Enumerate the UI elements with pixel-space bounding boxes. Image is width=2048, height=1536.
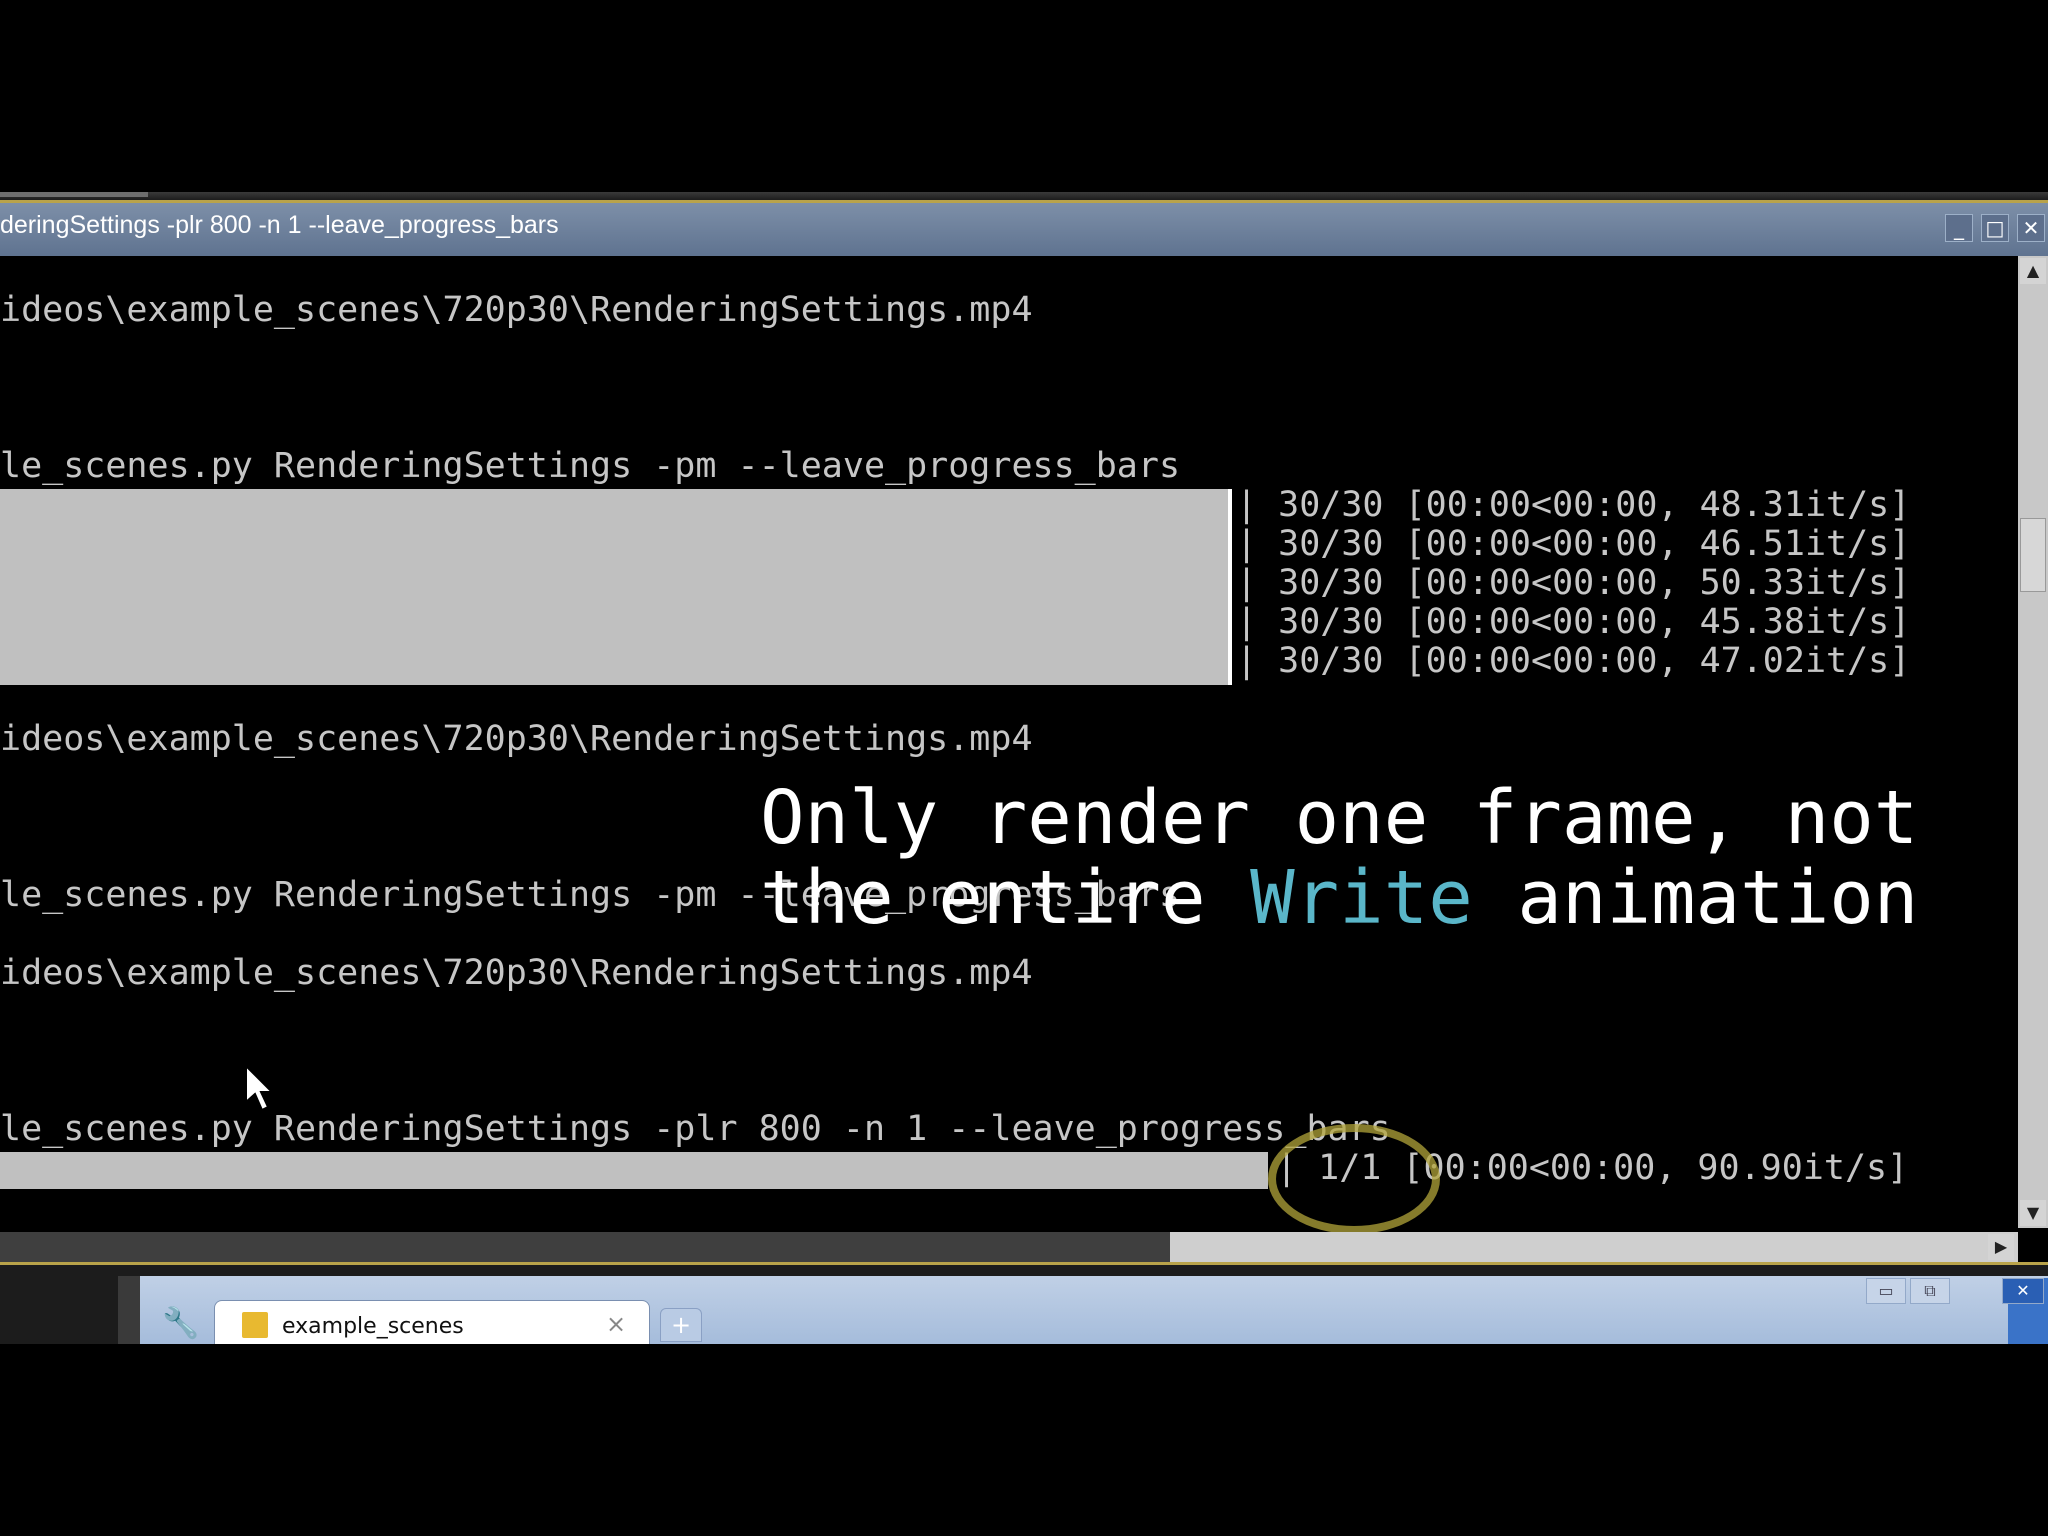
mouse-cursor-icon: [245, 1064, 274, 1112]
progress-line: | 30/30 [00:00<00:00, 48.31it/s]: [1236, 485, 1911, 525]
progress-bar-edge: [1228, 489, 1232, 685]
console-output[interactable]: ideos\example_scenes\720p30\RenderingSet…: [0, 256, 2018, 1232]
taskbar-separator: [118, 1276, 140, 1344]
window-bottom-edge: [0, 1262, 2048, 1276]
caption-highlight-word: Write: [1250, 855, 1473, 941]
horizontal-scroll-track[interactable]: [0, 1232, 1170, 1262]
caption-line-2-post: animation: [1472, 855, 1919, 941]
scroll-right-icon[interactable]: ▶: [1988, 1234, 2014, 1260]
close-button[interactable]: ✕: [2017, 214, 2045, 242]
console-line-output-path: ideos\example_scenes\720p30\RenderingSet…: [0, 719, 1033, 759]
window-top-highlight: [0, 192, 148, 197]
caption-line-1: Only render one frame, not: [760, 775, 1919, 861]
console-line-output-path: ideos\example_scenes\720p30\RenderingSet…: [0, 290, 1033, 330]
progress-line: | 30/30 [00:00<00:00, 45.38it/s]: [1236, 602, 1911, 642]
caption-line-2-pre: the entire: [760, 855, 1251, 941]
explorer-minimize-button[interactable]: ▭: [1866, 1278, 1906, 1304]
explorer-close-button[interactable]: ✕: [2002, 1278, 2044, 1304]
window-top-edge: [0, 192, 2048, 200]
folder-icon: [242, 1312, 268, 1338]
progress-line: | 30/30 [00:00<00:00, 47.02it/s]: [1236, 641, 1911, 681]
progress-line: | 30/30 [00:00<00:00, 46.51it/s]: [1236, 524, 1911, 564]
progress-bar-fill: [0, 489, 1228, 685]
caption-overlay: Only render one frame, not the entire Wr…: [760, 778, 1918, 938]
console-line-command: le_scenes.py RenderingSettings -plr 800 …: [0, 1109, 1391, 1149]
window-title: deringSettings -plr 800 -n 1 --leave_pro…: [0, 211, 559, 239]
vertical-scroll-thumb[interactable]: [2020, 518, 2046, 592]
maximize-button[interactable]: □: [1981, 214, 2009, 242]
wrench-icon[interactable]: 🔧: [162, 1306, 199, 1341]
console-line-output-path: ideos\example_scenes\720p30\RenderingSet…: [0, 953, 1033, 993]
vertical-scrollbar[interactable]: [2018, 256, 2048, 1228]
tab-close-icon[interactable]: ×: [606, 1310, 626, 1338]
console-line-command: le_scenes.py RenderingSettings -pm --lea…: [0, 446, 1181, 486]
new-tab-button[interactable]: +: [660, 1308, 702, 1342]
progress-bar-fill: [0, 1152, 1268, 1189]
explorer-restore-button[interactable]: ⧉: [1910, 1278, 1950, 1304]
tab-label: example_scenes: [282, 1314, 464, 1339]
highlight-ring: [1268, 1124, 1440, 1234]
progress-line: | 30/30 [00:00<00:00, 50.33it/s]: [1236, 563, 1911, 603]
scroll-down-icon[interactable]: ▼: [2020, 1200, 2046, 1226]
scroll-up-icon[interactable]: ▲: [2020, 258, 2046, 284]
minimize-button[interactable]: _: [1945, 214, 1973, 242]
